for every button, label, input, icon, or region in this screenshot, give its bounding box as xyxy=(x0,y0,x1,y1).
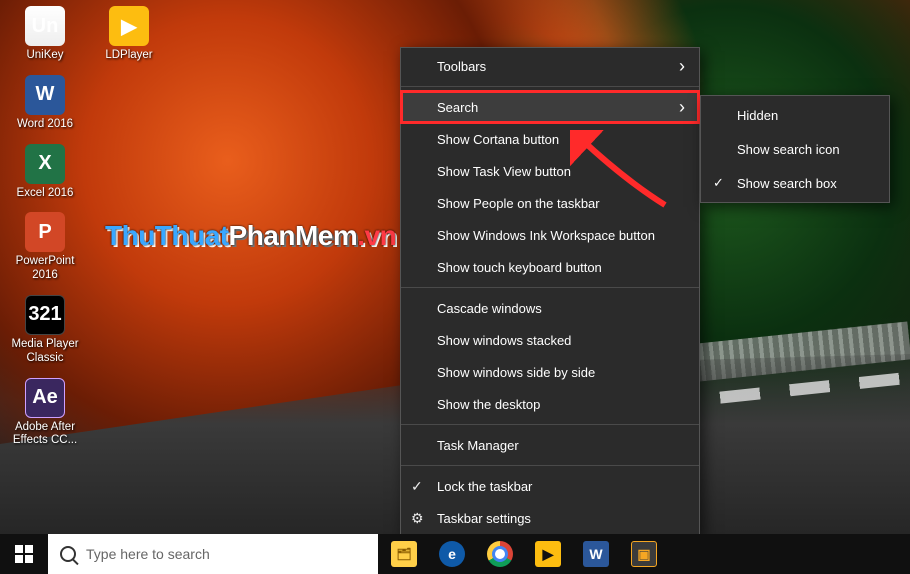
menu-item-label: Taskbar settings xyxy=(437,511,531,526)
submenu-item-label: Show search box xyxy=(737,176,837,191)
ldplayer-icon: ▶ xyxy=(535,541,561,567)
desktop-icon-label: Word 2016 xyxy=(17,118,73,132)
mpc-icon: 321 xyxy=(25,295,65,335)
menu-item-label: Show People on the taskbar xyxy=(437,196,600,211)
menu-separator xyxy=(401,287,699,288)
taskbar-app-word[interactable]: W xyxy=(572,534,620,574)
menu-item-task-manager[interactable]: Task Manager xyxy=(401,429,699,461)
menu-item-label: Show Cortana button xyxy=(437,132,559,147)
search-icon xyxy=(60,546,76,562)
menu-item-show-windows-ink-workspace-button[interactable]: Show Windows Ink Workspace button xyxy=(401,219,699,251)
submenu-item-label: Hidden xyxy=(737,108,778,123)
taskbar-app-vmware[interactable]: ▣ xyxy=(620,534,668,574)
taskbar-pinned-area: 🗂 e ▶ W ▣ xyxy=(380,534,668,574)
desktop-icon-ae[interactable]: Ae Adobe After Effects CC... xyxy=(6,374,84,457)
menu-separator xyxy=(401,465,699,466)
chrome-icon xyxy=(487,541,513,567)
desktop-icon-ppt[interactable]: P PowerPoint 2016 xyxy=(6,208,84,291)
menu-item-label: Cascade windows xyxy=(437,301,542,316)
menu-item-show-cortana-button[interactable]: Show Cortana button xyxy=(401,123,699,155)
desktop-icon-ldplayer[interactable]: ▶ LDPlayer xyxy=(90,2,168,71)
desktop-icon-label: UniKey xyxy=(26,49,63,63)
search-submenu: Hidden Show search icon ✓ Show search box xyxy=(700,95,890,203)
menu-item-show-people-on-the-taskbar[interactable]: Show People on the taskbar xyxy=(401,187,699,219)
taskbar-context-menu: Toolbars Search Show Cortana button Show Ta… xyxy=(400,47,700,537)
menu-item-show-windows-side-by-side[interactable]: Show windows side by side xyxy=(401,356,699,388)
menu-item-cascade-windows[interactable]: Cascade windows xyxy=(401,292,699,324)
ae-icon: Ae xyxy=(25,378,65,418)
menu-item-label: Show the desktop xyxy=(437,397,540,412)
windows-logo-icon xyxy=(15,545,33,563)
taskbar-app-chrome[interactable] xyxy=(476,534,524,574)
menu-item-label: Show windows side by side xyxy=(437,365,595,380)
taskbar-app-ldplayer[interactable]: ▶ xyxy=(524,534,572,574)
menu-item-label: Show Task View button xyxy=(437,164,571,179)
submenu-item-hidden[interactable]: Hidden xyxy=(701,98,889,132)
taskbar-search-box[interactable]: Type here to search xyxy=(48,534,378,574)
menu-item-lock-the-taskbar[interactable]: ✓ Lock the taskbar xyxy=(401,470,699,502)
edge-icon: e xyxy=(439,541,465,567)
menu-item-label: Show touch keyboard button xyxy=(437,260,602,275)
word-icon: W xyxy=(583,541,609,567)
menu-item-label: Toolbars xyxy=(437,59,486,74)
taskbar-app-edge[interactable]: e xyxy=(428,534,476,574)
submenu-item-show-search-icon[interactable]: Show search icon xyxy=(701,132,889,166)
desktop-icon-label: Adobe After Effects CC... xyxy=(8,421,82,449)
check-icon: ✓ xyxy=(411,478,423,495)
desktop-icon-word[interactable]: W Word 2016 xyxy=(6,71,84,140)
taskbar: Type here to search 🗂 e ▶ W ▣ xyxy=(0,534,910,574)
excel-icon: X xyxy=(25,144,65,184)
desktop-icon-unikey[interactable]: Un UniKey xyxy=(6,2,84,71)
start-button[interactable] xyxy=(0,534,48,574)
menu-item-show-windows-stacked[interactable]: Show windows stacked xyxy=(401,324,699,356)
menu-item-label: Task Manager xyxy=(437,438,519,453)
search-placeholder-text: Type here to search xyxy=(86,546,210,562)
gear-icon: ⚙ xyxy=(411,510,424,527)
submenu-item-show-search-box[interactable]: ✓ Show search box xyxy=(701,166,889,200)
unikey-icon: Un xyxy=(25,6,65,46)
desktop-icon-label: PowerPoint 2016 xyxy=(8,255,82,283)
desktop-icon-excel[interactable]: X Excel 2016 xyxy=(6,140,84,209)
menu-separator xyxy=(401,424,699,425)
menu-item-show-task-view-button[interactable]: Show Task View button xyxy=(401,155,699,187)
check-icon: ✓ xyxy=(713,175,724,191)
ldplayer-icon: ▶ xyxy=(109,6,149,46)
word-icon: W xyxy=(25,75,65,115)
menu-item-label: Show Windows Ink Workspace button xyxy=(437,228,655,243)
taskbar-app-explorer[interactable]: 🗂 xyxy=(380,534,428,574)
ppt-icon: P xyxy=(25,212,65,252)
desktop-icon-label: LDPlayer xyxy=(105,49,152,63)
explorer-icon: 🗂 xyxy=(391,541,417,567)
menu-item-label: Lock the taskbar xyxy=(437,479,532,494)
desktop-icon-label: Media Player Classic xyxy=(8,338,82,366)
menu-item-label: Search xyxy=(437,100,478,115)
menu-item-show-the-desktop[interactable]: Show the desktop xyxy=(401,388,699,420)
menu-item-search[interactable]: Search xyxy=(401,91,699,123)
menu-item-toolbars[interactable]: Toolbars xyxy=(401,50,699,82)
desktop-icon-mpc[interactable]: 321 Media Player Classic xyxy=(6,291,84,374)
submenu-item-label: Show search icon xyxy=(737,142,840,157)
vmware-icon: ▣ xyxy=(631,541,657,567)
menu-item-label: Show windows stacked xyxy=(437,333,571,348)
menu-item-taskbar-settings[interactable]: ⚙ Taskbar settings xyxy=(401,502,699,534)
desktop-icon-label: Excel 2016 xyxy=(17,187,74,201)
menu-item-show-touch-keyboard-button[interactable]: Show touch keyboard button xyxy=(401,251,699,283)
menu-separator xyxy=(401,86,699,87)
desktop-icons-area: Un UniKey ▶ LDPlayer W Word 2016 X Excel 2016 PP… xyxy=(6,2,176,532)
